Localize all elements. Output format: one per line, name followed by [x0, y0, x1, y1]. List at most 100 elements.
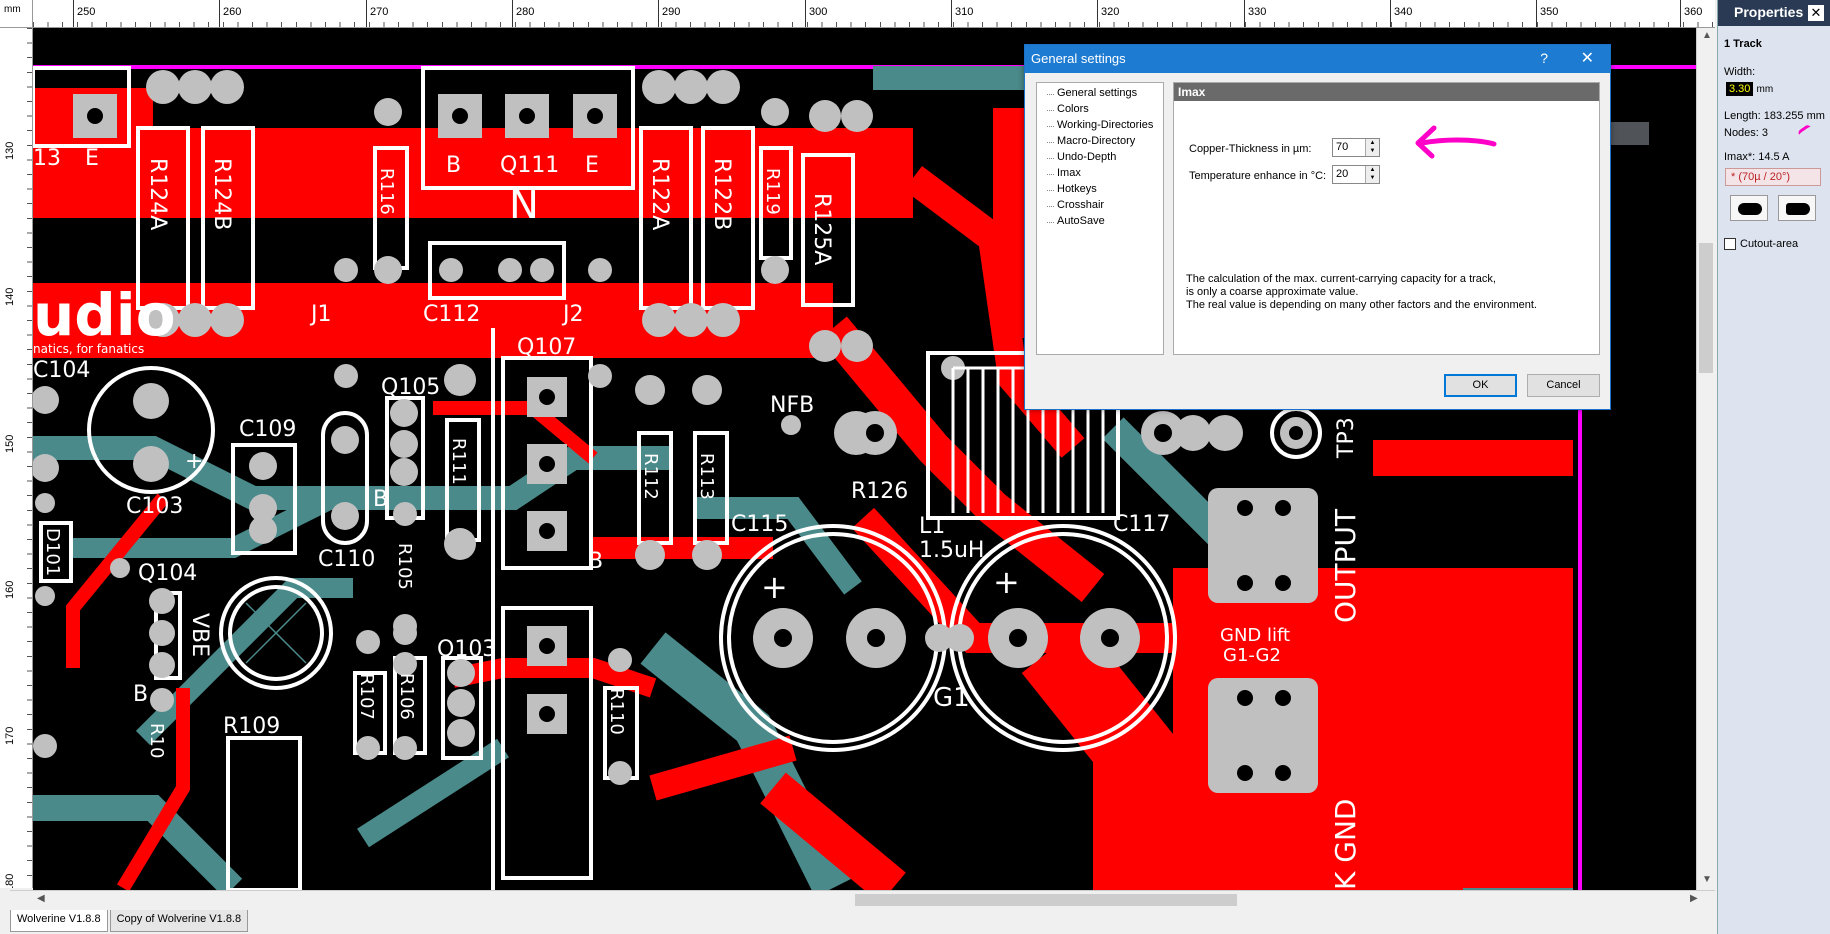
label-r122b: R122B	[709, 158, 734, 230]
tree-item-macro-directory[interactable]: Macro-Directory	[1037, 133, 1163, 149]
label-l1-value: 1.5uH	[919, 538, 984, 563]
label-c112: C112	[423, 302, 480, 327]
ruler-tick: 130	[4, 141, 16, 160]
cutout-label: Cutout-area	[1740, 238, 1799, 250]
close-icon[interactable]: ✕	[1581, 48, 1594, 68]
tree-item-undo-depth[interactable]: Undo-Depth	[1037, 149, 1163, 165]
label-n: N	[509, 182, 539, 228]
ok-button[interactable]: OK	[1444, 374, 1517, 397]
tab-copy-of-wolverine[interactable]: Copy of Wolverine V1.8.8	[109, 910, 249, 932]
imax-settings-panel: Imax Copper-Thickness in µm: 70 ▲ ▼ Temp…	[1173, 82, 1600, 355]
label-r105: R105	[394, 543, 415, 590]
spin-down-icon[interactable]: ▼	[1365, 174, 1379, 183]
note-line: The real value is depending on many othe…	[1186, 299, 1537, 311]
temperature-stepper[interactable]: 20 ▲ ▼	[1332, 165, 1380, 184]
label-q107: Q107	[517, 335, 576, 360]
label-gnd-lift: GND lift	[1220, 625, 1290, 646]
annotation-arrow-icon	[1415, 125, 1497, 159]
label-e: E	[85, 146, 99, 171]
imax-label: Imax*:	[1724, 151, 1756, 163]
label-q103: Q103	[437, 637, 496, 662]
tree-item-crosshair[interactable]: Crosshair	[1037, 197, 1163, 213]
label-b105: B	[373, 487, 388, 512]
scroll-left-arrow[interactable]: ◀	[37, 893, 45, 904]
nodes-value: 3	[1761, 127, 1769, 139]
copper-thickness-label: Copper-Thickness in µm:	[1189, 143, 1312, 155]
label-r126: R126	[851, 479, 908, 504]
dialog-titlebar[interactable]: General settings ? ✕	[1025, 45, 1610, 73]
tab-wolverine[interactable]: Wolverine V1.8.8	[10, 910, 108, 932]
length-label: Length:	[1724, 110, 1761, 122]
label-d101: D101	[42, 528, 63, 576]
label-bq: B	[588, 549, 603, 574]
label-r110: R110	[606, 688, 627, 735]
horizontal-scrollbar[interactable]: ◀ ▶	[10, 890, 1715, 908]
label-plus-c115: +	[761, 568, 788, 606]
width-unit: mm	[1756, 84, 1774, 95]
label-r125a: R125A	[809, 193, 834, 265]
temperature-label: Temperature enhance in °C:	[1189, 170, 1327, 182]
horizontal-ruler: 250 260 270 280 290 300 310 320 330 340 …	[33, 0, 1715, 28]
label-r124a: R124A	[145, 158, 170, 230]
label-c104: C104	[33, 358, 90, 383]
label-r111: R111	[448, 438, 469, 485]
temperature-value: 20	[1336, 168, 1349, 180]
scroll-up-arrow[interactable]: ▲	[1702, 30, 1712, 41]
vertical-scroll-thumb[interactable]	[1699, 243, 1713, 373]
vertical-scrollbar[interactable]: ▲ ▼	[1696, 28, 1715, 890]
label-r109: R109	[223, 714, 280, 739]
cancel-button[interactable]: Cancel	[1527, 374, 1600, 397]
imax-note: * (70µ / 20°)	[1725, 168, 1821, 186]
ruler-tick: 290	[657, 0, 681, 27]
label-c109: C109	[239, 417, 296, 442]
label-r116: R116	[376, 168, 397, 215]
cutout-checkbox[interactable]	[1724, 238, 1736, 250]
spin-down-icon[interactable]: ▼	[1365, 147, 1379, 156]
width-input[interactable]: 3.30	[1726, 82, 1754, 96]
imax-note-text: The calculation of the max. current-carr…	[1186, 273, 1537, 312]
ruler-tick: 150	[4, 434, 16, 453]
label-c117: C117	[1113, 512, 1170, 537]
label-b104: B	[133, 682, 148, 707]
general-settings-dialog: General settings ? ✕ General settings Co…	[1024, 44, 1611, 410]
ruler-tick: 160	[4, 580, 16, 599]
ruler-tick: 320	[1096, 0, 1120, 27]
label-plus-c117: +	[993, 563, 1020, 601]
width-label: Width:	[1724, 66, 1756, 78]
square-end-icon	[1786, 203, 1810, 215]
ruler-tick: 310	[950, 0, 974, 27]
tree-item-autosave[interactable]: AutoSave	[1037, 213, 1163, 229]
label-slogan: natics, for fanatics	[33, 342, 144, 356]
label-k-gnd: K GND	[1329, 799, 1362, 890]
tree-item-general-settings[interactable]: General settings	[1037, 85, 1163, 101]
ruler-tick: 330	[1243, 0, 1267, 27]
scroll-right-arrow[interactable]: ▶	[1690, 893, 1698, 904]
note-line: The calculation of the max. current-carr…	[1186, 273, 1496, 285]
horizontal-scroll-thumb[interactable]	[855, 894, 1237, 906]
length-value: 183.255 mm	[1763, 110, 1825, 122]
tree-item-working-directories[interactable]: Working-Directories	[1037, 117, 1163, 133]
settings-tree: General settings Colors Working-Director…	[1036, 82, 1164, 355]
close-icon[interactable]: ✕	[1808, 5, 1824, 21]
copper-thickness-stepper[interactable]: 70 ▲ ▼	[1332, 138, 1380, 157]
label-nfb: NFB	[770, 393, 814, 418]
ruler-tick: 280	[511, 0, 535, 27]
selection-label: 1 Track	[1724, 38, 1762, 50]
tree-item-hotkeys[interactable]: Hotkeys	[1037, 181, 1163, 197]
tree-item-imax[interactable]: Imax	[1037, 165, 1163, 181]
label-q104: Q104	[138, 561, 197, 586]
label-c110: C110	[318, 547, 375, 572]
label-r10x: R10	[146, 723, 167, 758]
label-b: B	[446, 153, 461, 178]
help-icon[interactable]: ?	[1540, 50, 1548, 66]
ruler-tick: 180	[4, 873, 16, 888]
ruler-tick: 300	[804, 0, 828, 27]
ruler-tick: 270	[365, 0, 389, 27]
label-c103: C103	[126, 494, 183, 519]
ruler-corner: mm	[0, 0, 33, 28]
ruler-tick: 260	[218, 0, 242, 27]
scroll-down-arrow[interactable]: ▼	[1702, 874, 1712, 885]
tree-item-colors[interactable]: Colors	[1037, 101, 1163, 117]
round-end-button[interactable]	[1730, 195, 1768, 221]
square-end-button[interactable]	[1778, 195, 1816, 221]
